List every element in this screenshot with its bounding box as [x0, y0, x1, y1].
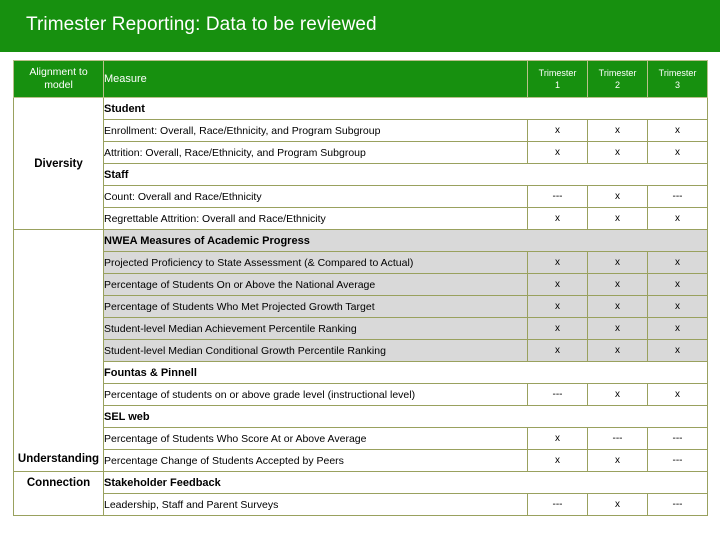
- trimester-3-mark-cell: x: [647, 383, 708, 406]
- table-header-row: Alignment to model Measure Trimester 1 Tri…: [13, 60, 708, 98]
- section-header-cell: SEL web: [103, 405, 708, 428]
- alignment-group-cell: Connection: [13, 471, 104, 516]
- table-row: Projected Proficiency to State Assessmen…: [14, 251, 708, 274]
- trimester-2-mark-cell: x: [587, 273, 648, 296]
- table-row: Fountas & Pinnell: [14, 361, 708, 384]
- table-row: Diversity Student: [13, 97, 708, 230]
- column-header-trimester-1: Trimester 1: [527, 60, 588, 98]
- trimester-2-mark-cell: x: [587, 141, 648, 164]
- trimester-1-mark-cell: x: [527, 449, 588, 472]
- table-row: Percentage of Students Who Score At or A…: [14, 427, 708, 450]
- trimester-1-mark-cell: x: [527, 427, 588, 450]
- column-header-trimester-2: Trimester 2: [587, 60, 648, 98]
- measure-label-cell: Percentage of Students Who Met Projected…: [103, 295, 528, 318]
- table-row: Regrettable Attrition: Overall and Race/…: [14, 207, 708, 230]
- table-body: Diversity Student Enrollment: Overall, Rac…: [13, 97, 708, 516]
- table-row: Percentage of Students On or Above the N…: [14, 273, 708, 296]
- title-banner: Trimester Reporting: Data to be reviewed: [0, 0, 720, 52]
- alignment-group-cell: Understanding: [13, 229, 104, 472]
- trimester-3-mark-cell: ---: [647, 185, 708, 208]
- column-header-measure: Measure: [103, 60, 528, 98]
- trimester-1-mark-cell: x: [527, 141, 588, 164]
- trimester-1-mark-cell: x: [527, 339, 588, 362]
- table-row: Understanding NWEA Measures of Academic P…: [13, 229, 708, 472]
- trimester-1-mark-cell: x: [527, 251, 588, 274]
- measure-label-cell: Count: Overall and Race/Ethnicity: [103, 185, 528, 208]
- trimester-2-mark-cell: x: [587, 119, 648, 142]
- report-table-container: Alignment to model Measure Trimester 1 Tri…: [13, 60, 708, 516]
- trimester-2-mark-cell: x: [587, 383, 648, 406]
- table-row: Leadership, Staff and Parent Surveys --- x…: [14, 493, 708, 516]
- trimester-1-mark-cell: x: [527, 295, 588, 318]
- column-header-trimester-3: Trimester 3: [647, 60, 708, 98]
- table-row: Connection Stakeholder Feedback: [13, 471, 708, 516]
- section-header-cell: Stakeholder Feedback: [103, 471, 708, 494]
- trimester-3-mark-cell: x: [647, 251, 708, 274]
- table-row: Staff: [14, 163, 708, 186]
- trimester-3-mark-cell: x: [647, 339, 708, 362]
- trimester-3-mark-cell: x: [647, 141, 708, 164]
- table-row: Attrition: Overall, Race/Ethnicity, and …: [14, 141, 708, 164]
- trimester-1-mark-cell: ---: [527, 185, 588, 208]
- section-header-cell: Student: [103, 97, 708, 120]
- trimester-2-mark-cell: x: [587, 295, 648, 318]
- alignment-group-cell: Diversity: [13, 97, 104, 230]
- trimester-3-mark-cell: ---: [647, 493, 708, 516]
- column-header-alignment: Alignment to model: [13, 60, 104, 98]
- trimester-reporting-table: Alignment to model Measure Trimester 1 Tri…: [13, 60, 708, 516]
- table-row: Percentage of students on or above grade…: [14, 383, 708, 406]
- table-row: Percentage Change of Students Accepted b…: [14, 449, 708, 472]
- trimester-2-mark-cell: ---: [587, 427, 648, 450]
- trimester-3-mark-cell: x: [647, 207, 708, 230]
- trimester-3-mark-cell: x: [647, 119, 708, 142]
- trimester-2-mark-cell: x: [587, 493, 648, 516]
- trimester-1-mark-cell: x: [527, 273, 588, 296]
- measure-label-cell: Enrollment: Overall, Race/Ethnicity, and…: [103, 119, 528, 142]
- trimester-3-mark-cell: x: [647, 317, 708, 340]
- measure-label-cell: Percentage Change of Students Accepted b…: [103, 449, 528, 472]
- table-row: Enrollment: Overall, Race/Ethnicity, and…: [14, 119, 708, 142]
- table-row: Percentage of Students Who Met Projected…: [14, 295, 708, 318]
- measure-label-cell: Percentage of Students On or Above the N…: [103, 273, 528, 296]
- section-header-cell: Fountas & Pinnell: [103, 361, 708, 384]
- trimester-3-mark-cell: x: [647, 273, 708, 296]
- measure-label-cell: Leadership, Staff and Parent Surveys: [103, 493, 528, 516]
- table-row: Count: Overall and Race/Ethnicity --- x ---: [14, 185, 708, 208]
- trimester-1-mark-cell: ---: [527, 493, 588, 516]
- trimester-1-mark-cell: x: [527, 317, 588, 340]
- section-header-cell: NWEA Measures of Academic Progress: [103, 229, 708, 252]
- table-row: Student-level Median Conditional Growth …: [14, 339, 708, 362]
- table-row: SEL web: [14, 405, 708, 428]
- trimester-2-mark-cell: x: [587, 339, 648, 362]
- measure-label-cell: Projected Proficiency to State Assessmen…: [103, 251, 528, 274]
- table-head: Alignment to model Measure Trimester 1 Tri…: [13, 60, 708, 98]
- trimester-2-mark-cell: x: [587, 185, 648, 208]
- trimester-1-mark-cell: ---: [527, 383, 588, 406]
- trimester-1-mark-cell: x: [527, 119, 588, 142]
- trimester-3-mark-cell: x: [647, 295, 708, 318]
- table-row: Student-level Median Achievement Percent…: [14, 317, 708, 340]
- measure-label-cell: Student-level Median Achievement Percent…: [103, 317, 528, 340]
- section-header-cell: Staff: [103, 163, 708, 186]
- trimester-2-mark-cell: x: [587, 449, 648, 472]
- measure-label-cell: Percentage of students on or above grade…: [103, 383, 528, 406]
- trimester-2-mark-cell: x: [587, 251, 648, 274]
- measure-label-cell: Percentage of Students Who Score At or A…: [103, 427, 528, 450]
- trimester-1-mark-cell: x: [527, 207, 588, 230]
- page-title: Trimester Reporting: Data to be reviewed: [26, 14, 377, 35]
- measure-label-cell: Regrettable Attrition: Overall and Race/…: [103, 207, 528, 230]
- trimester-3-mark-cell: ---: [647, 427, 708, 450]
- trimester-2-mark-cell: x: [587, 207, 648, 230]
- measure-label-cell: Attrition: Overall, Race/Ethnicity, and …: [103, 141, 528, 164]
- trimester-3-mark-cell: ---: [647, 449, 708, 472]
- measure-label-cell: Student-level Median Conditional Growth …: [103, 339, 528, 362]
- trimester-2-mark-cell: x: [587, 317, 648, 340]
